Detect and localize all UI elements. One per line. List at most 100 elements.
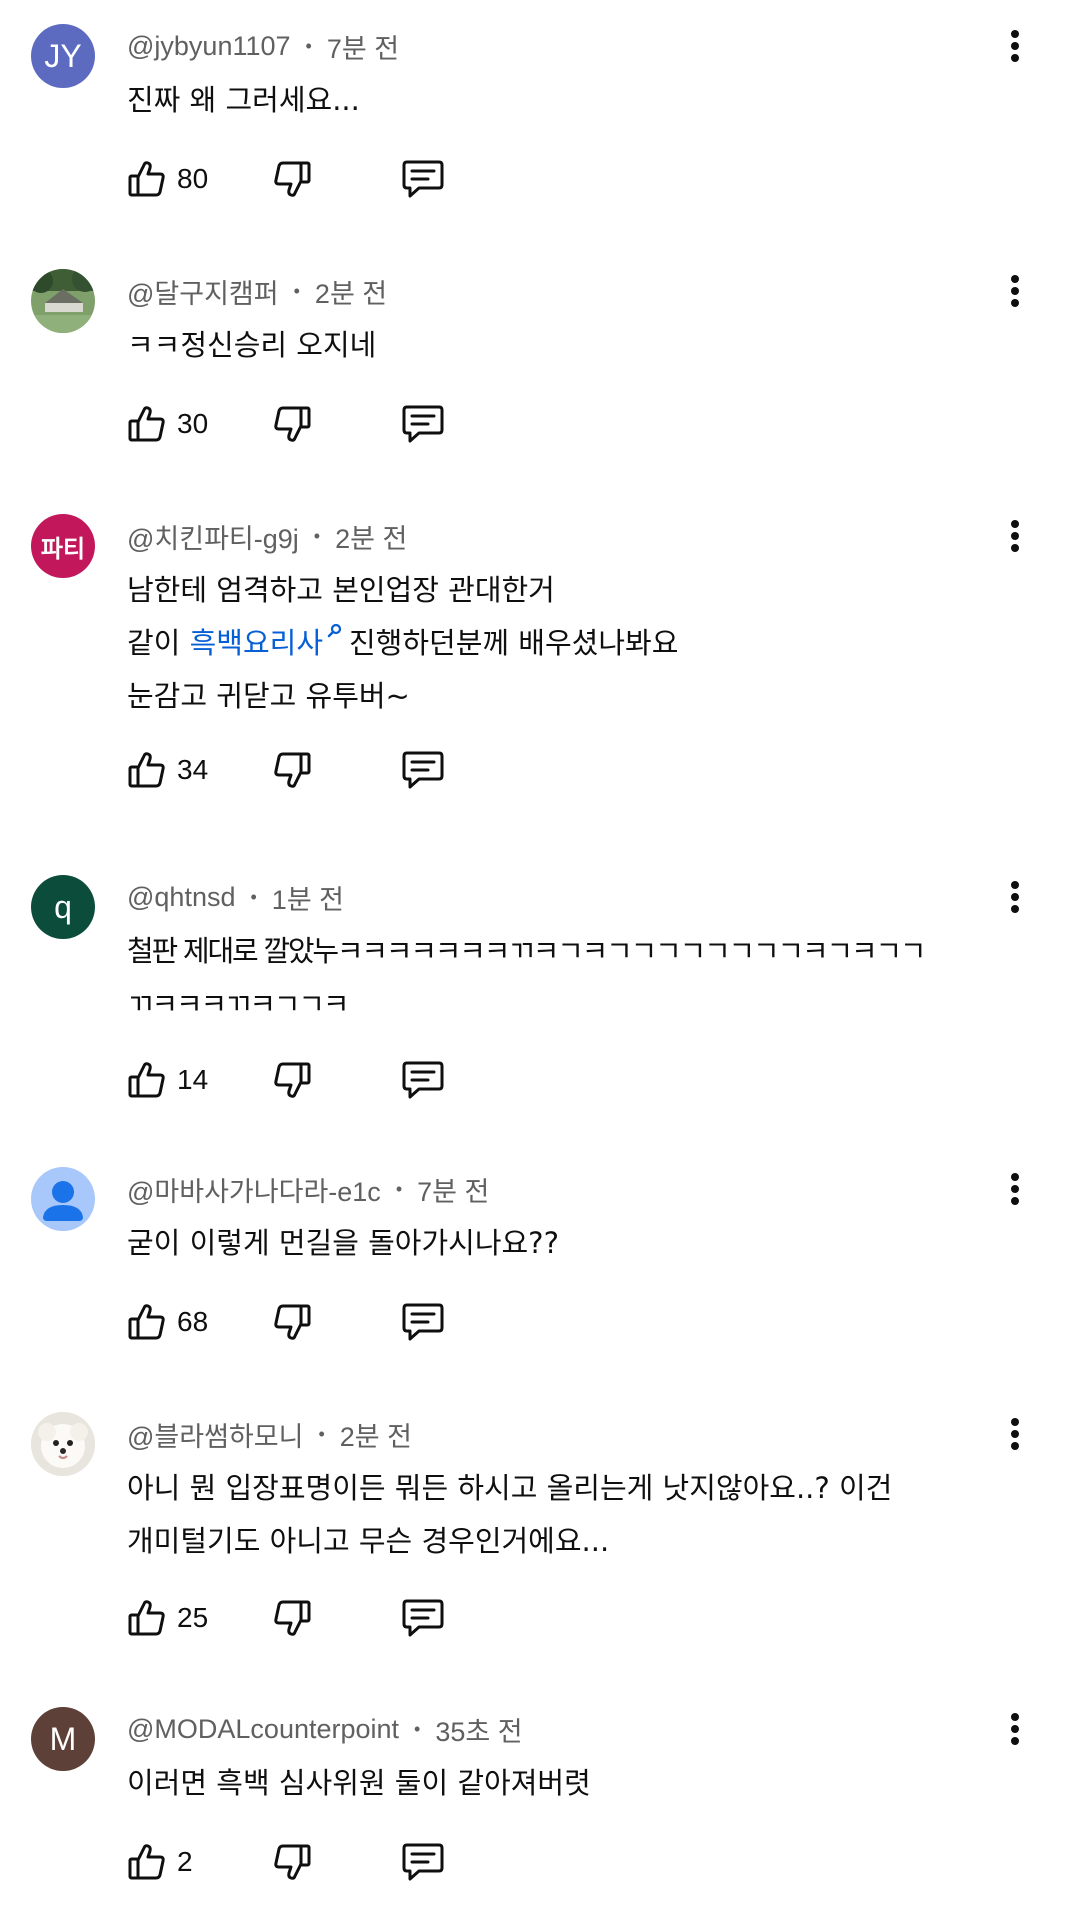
comment-actions: 68 xyxy=(127,1300,467,1344)
reply-button[interactable] xyxy=(401,748,445,792)
more-options-button[interactable] xyxy=(993,1167,1037,1211)
more-options-button[interactable] xyxy=(993,24,1037,68)
more-vert-icon xyxy=(1011,275,1019,307)
like-button[interactable]: 30 xyxy=(127,402,208,446)
comment-time[interactable]: 2분 전 xyxy=(335,517,407,556)
avatar[interactable] xyxy=(31,269,95,333)
avatar[interactable]: M xyxy=(31,1707,95,1771)
more-vert-icon xyxy=(1011,1418,1019,1450)
comment-actions: 80 xyxy=(127,157,467,201)
dislike-button[interactable] xyxy=(272,1596,312,1640)
thumbs-up-icon xyxy=(128,752,165,788)
comment-time[interactable]: 7분 전 xyxy=(327,27,399,66)
comment-line: 아니 뭔 입장표명이든 뭐든 하시고 올리는게 낫지않아요..? 이건 xyxy=(127,1471,893,1505)
more-options-button[interactable] xyxy=(993,514,1037,558)
dislike-button[interactable] xyxy=(272,1300,312,1344)
reply-icon xyxy=(402,1061,444,1099)
comment-meta: @MODALcounterpoint • 35초 전 xyxy=(127,1707,523,1751)
thumbs-down-icon xyxy=(274,1600,311,1636)
white-dog-photo-avatar xyxy=(31,1412,95,1476)
search-link[interactable]: 흑백요리사 xyxy=(190,626,323,660)
comment-time[interactable]: 2분 전 xyxy=(315,272,387,311)
like-count: 30 xyxy=(177,408,209,439)
author-handle[interactable]: @마바사가나다라-e1c xyxy=(127,1170,381,1209)
comment-text: 진짜 왜 그러세요... xyxy=(127,74,987,127)
reply-button[interactable] xyxy=(401,1058,445,1102)
avatar[interactable] xyxy=(31,1412,95,1476)
dislike-button[interactable] xyxy=(272,157,312,201)
dislike-button[interactable] xyxy=(272,402,312,446)
thumbs-up-icon xyxy=(128,1304,165,1340)
like-count: 14 xyxy=(177,1064,209,1095)
author-handle[interactable]: @블라썸하모니 xyxy=(127,1415,303,1454)
reply-button[interactable] xyxy=(401,1840,445,1884)
thumbs-up-icon xyxy=(128,161,165,197)
comment-line: ㅋㅋ정신승리 오지네 xyxy=(127,328,377,362)
comment-meta: @마바사가나다라-e1c • 7분 전 xyxy=(127,1167,489,1211)
comment-text: 아니 뭔 입장표명이든 뭐든 하시고 올리는게 낫지않아요..? 이건 개미털기… xyxy=(127,1462,987,1568)
more-options-button[interactable] xyxy=(993,1707,1037,1751)
author-handle[interactable]: @달구지캠퍼 xyxy=(127,272,279,311)
comment-time[interactable]: 7분 전 xyxy=(417,1170,489,1209)
separator-dot: • xyxy=(293,280,300,301)
separator-dot: • xyxy=(395,1178,403,1199)
dislike-button[interactable] xyxy=(272,1058,312,1102)
like-button[interactable]: 80 xyxy=(127,157,208,201)
comment-meta: @치킨파티-g9j • 2분 전 xyxy=(127,514,407,558)
dislike-button[interactable] xyxy=(272,1840,312,1884)
comment-line: 진짜 왜 그러세요... xyxy=(127,83,360,117)
like-button[interactable]: 14 xyxy=(127,1058,208,1102)
reply-button[interactable] xyxy=(401,1300,445,1344)
more-options-button[interactable] xyxy=(993,875,1037,919)
more-options-button[interactable] xyxy=(993,269,1037,313)
like-button[interactable]: 68 xyxy=(127,1300,208,1344)
author-handle[interactable]: @MODALcounterpoint xyxy=(127,1714,399,1745)
like-button[interactable]: 25 xyxy=(127,1596,208,1640)
avatar[interactable]: 파티 xyxy=(31,514,95,578)
avatar[interactable]: q xyxy=(31,875,95,939)
like-button[interactable]: 34 xyxy=(127,748,208,792)
reply-icon xyxy=(402,1303,444,1341)
reply-button[interactable] xyxy=(401,157,445,201)
like-count: 34 xyxy=(177,754,209,785)
comment-meta: @jybyun1107 • 7분 전 xyxy=(127,24,399,68)
thumbs-down-icon xyxy=(274,752,311,788)
reply-icon xyxy=(402,1599,444,1637)
more-vert-icon xyxy=(1011,30,1019,62)
separator-dot: • xyxy=(313,525,321,546)
dislike-button[interactable] xyxy=(272,748,312,792)
comment-time[interactable]: 35초 전 xyxy=(435,1710,522,1749)
reply-button[interactable] xyxy=(401,402,445,446)
more-options-button[interactable] xyxy=(993,1412,1037,1456)
comment-meta: @달구지캠퍼 • 2분 전 xyxy=(127,269,387,313)
more-vert-icon xyxy=(1011,1713,1019,1745)
like-count: 2 xyxy=(177,1846,193,1877)
comment-time[interactable]: 2분 전 xyxy=(340,1415,412,1454)
thumbs-up-icon xyxy=(128,406,165,442)
comment-text: 철판 제대로 깔았누ㅋㅋㅋㅋㅋㅋㅋㄲㅋㄱㅋㄱㄱㄱㄱㄱㄱㄱㄱㅋㄱㅋㄱㄱ ㄲㅋㅋㅋㄲ… xyxy=(127,925,987,1031)
author-handle[interactable]: @qhtnsd xyxy=(127,882,235,913)
campsite-photo-avatar xyxy=(31,269,95,333)
comment-actions: 34 xyxy=(127,748,467,792)
reply-button[interactable] xyxy=(401,1596,445,1640)
comment-actions: 25 xyxy=(127,1596,467,1640)
author-handle[interactable]: @치킨파티-g9j xyxy=(127,517,299,556)
like-button[interactable]: 2 xyxy=(127,1840,193,1884)
thumbs-down-icon xyxy=(274,1304,311,1340)
comment-text: 굳이 이렇게 먼길을 돌아가시나요?? xyxy=(127,1217,987,1270)
reply-icon xyxy=(402,160,444,198)
comment-line: 눈감고 귀닫고 유투버~ xyxy=(127,679,410,713)
thumbs-down-icon xyxy=(274,161,311,197)
like-count: 68 xyxy=(177,1306,209,1337)
separator-dot: • xyxy=(318,1423,325,1444)
thumbs-down-icon xyxy=(274,1062,311,1098)
thumbs-down-icon xyxy=(274,406,311,442)
avatar[interactable] xyxy=(31,1167,95,1231)
reply-icon xyxy=(402,405,444,443)
thumbs-up-icon xyxy=(128,1600,165,1636)
avatar[interactable]: JY xyxy=(31,24,95,88)
more-vert-icon xyxy=(1011,1173,1019,1205)
comment-time[interactable]: 1분 전 xyxy=(272,878,344,917)
separator-dot: • xyxy=(305,35,312,56)
author-handle[interactable]: @jybyun1107 xyxy=(127,31,291,62)
